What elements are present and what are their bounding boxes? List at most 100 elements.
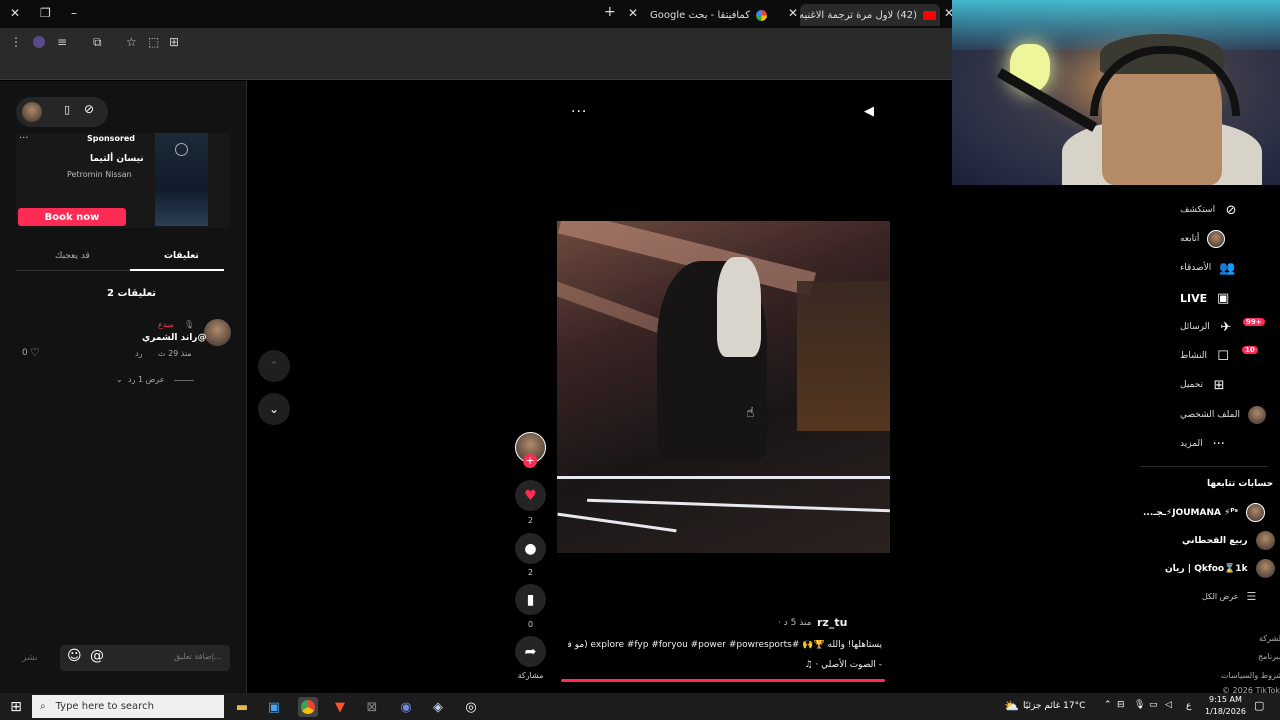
following-account[interactable]: Qkfoo⌛1k | ريان xyxy=(1165,559,1275,578)
follow-plus-icon[interactable]: + xyxy=(523,454,537,468)
tab-active-indicator xyxy=(130,269,224,271)
tab-google-search[interactable]: كمافيتقا - بحث Google xyxy=(650,4,780,26)
video-player[interactable] xyxy=(557,221,890,553)
upload-icon: ⊞ xyxy=(1213,377,1225,393)
comments-count: 2 تعليقات xyxy=(107,288,157,299)
volume-icon[interactable]: ◀ xyxy=(864,104,874,119)
comment-input[interactable]: إضافة تعليق... xyxy=(174,652,222,661)
search-icon: ⌕ xyxy=(40,701,46,712)
language-indicator[interactable]: ع xyxy=(1186,701,1191,711)
reading-list-icon[interactable]: ≡ xyxy=(57,35,67,49)
following-title: حسابات تتابعها xyxy=(1207,479,1274,489)
compass-icon[interactable]: ⊘ xyxy=(84,102,94,116)
steam-icon[interactable]: ◈ xyxy=(428,697,448,717)
compass-icon: ⊘ xyxy=(1225,202,1237,218)
video-sound[interactable]: ♫ · الصوت الأصلي - xyxy=(787,660,882,670)
comment-input-box[interactable]: إضافة تعليق... @ ☺ xyxy=(60,645,230,671)
nav-upload[interactable]: ⊞ تحميل xyxy=(1180,375,1227,395)
obs-icon[interactable]: ◎ xyxy=(461,697,481,717)
post-button[interactable]: نشر xyxy=(22,653,38,663)
mic-icon[interactable]: 🎙 xyxy=(1134,700,1145,710)
nav-friends[interactable]: 👥 الأصدقاء xyxy=(1180,258,1235,278)
following-account[interactable]: JOUMANA ⚡ᴾˢ⚡ـجـ... xyxy=(1143,503,1265,522)
comment-author[interactable]: راند الشمري@ xyxy=(142,333,206,343)
mention-icon[interactable]: @ xyxy=(90,648,104,664)
taskbar-search[interactable]: ⌕ Type here to search xyxy=(32,695,224,718)
discord-icon[interactable]: ◉ xyxy=(396,697,416,717)
tab-comments[interactable]: تعليقات xyxy=(164,251,199,261)
nav-activity[interactable]: ☐ النشاط xyxy=(1180,346,1231,366)
chevron-up-icon[interactable]: ⌃ xyxy=(1104,700,1112,710)
next-video-button[interactable]: ⌄ xyxy=(258,393,290,425)
chrome-icon[interactable] xyxy=(298,697,318,717)
close-tab-icon[interactable]: ✕ xyxy=(628,6,638,20)
avatar xyxy=(1255,531,1275,550)
footer-link[interactable]: الشركة xyxy=(1259,634,1280,643)
tab-youtube[interactable]: (42) لاول مرة ترجمة الاغنيه العسـ xyxy=(800,4,940,26)
bookmark-star-icon[interactable]: ☆ xyxy=(126,35,137,49)
nav-more[interactable]: ··· المزيد xyxy=(1180,434,1227,454)
network-icon[interactable]: ⊟ xyxy=(1117,700,1125,710)
more-icon[interactable]: ··· xyxy=(19,133,29,144)
share-button[interactable]: ➦ xyxy=(515,636,546,667)
share-label: مشاركة xyxy=(517,671,544,680)
notifications-icon[interactable]: ▢ xyxy=(1254,699,1264,712)
comment-likes: 0 xyxy=(22,348,28,358)
avatar[interactable] xyxy=(22,102,42,122)
video-author[interactable]: rz_tu xyxy=(817,616,847,629)
save-button[interactable]: ▮ xyxy=(515,584,546,615)
comment-button[interactable]: ● xyxy=(515,533,546,564)
ad-brand: Petromin Nissan xyxy=(67,170,132,179)
footer-link[interactable]: الشروط والسياسات xyxy=(1221,671,1280,680)
restore-window-icon[interactable]: ❐ xyxy=(40,6,51,20)
more-options-icon[interactable]: ··· xyxy=(571,104,587,120)
battery-icon[interactable]: ▭ xyxy=(1149,700,1158,710)
weather-text[interactable]: 17°C غائم جزئيًا xyxy=(1023,701,1085,711)
see-all-link[interactable]: ☰ عرض الكل xyxy=(1202,590,1256,603)
chevron-down-icon: ⌄ xyxy=(116,375,123,384)
minimize-window-icon[interactable]: – xyxy=(71,6,77,20)
footer-link[interactable]: البرنامج xyxy=(1258,652,1280,661)
chevron-up-icon: ⌃ xyxy=(268,359,280,373)
device-icon[interactable]: ▯ xyxy=(64,103,70,116)
view-replies-button[interactable]: عرض 1 رد xyxy=(128,375,164,384)
nav-explore[interactable]: ⊘ استكشف xyxy=(1180,200,1239,220)
file-explorer-icon[interactable]: ▬ xyxy=(232,697,252,717)
account-pill[interactable]: ▯ ⊘ xyxy=(16,97,108,127)
extensions-icon[interactable]: ⧉ xyxy=(93,35,102,50)
profile-icon[interactable] xyxy=(33,36,45,48)
youtube-icon xyxy=(923,10,936,20)
clock-time[interactable]: 9:15 AM xyxy=(1209,695,1242,704)
screenshot-icon[interactable]: ⬚ xyxy=(148,35,159,49)
nav-messages[interactable]: ✈ الرسائل xyxy=(1180,317,1234,337)
store-icon[interactable]: ▣ xyxy=(264,697,284,717)
brave-icon[interactable]: ▼ xyxy=(330,697,350,717)
heart-icon: ♥ xyxy=(524,487,537,504)
app-icon[interactable]: ⊠ xyxy=(362,697,382,717)
ad-image[interactable] xyxy=(155,133,208,226)
windows-start-icon[interactable]: ⊞ xyxy=(6,697,26,717)
mic-icon: 🎙 xyxy=(184,320,195,329)
menu-dots-icon[interactable]: ⋮ xyxy=(10,35,22,49)
previous-video-button[interactable]: ⌃ xyxy=(258,350,290,382)
commenter-avatar[interactable] xyxy=(204,319,231,346)
following-account[interactable]: ربيع القحطاني xyxy=(1182,531,1275,550)
translate-icon[interactable]: ⊞ xyxy=(169,35,179,49)
like-button[interactable]: ♥ xyxy=(515,480,546,511)
reply-button[interactable]: رد xyxy=(135,349,142,358)
tab-title: كمافيتقا - بحث Google xyxy=(650,9,750,21)
heart-outline-icon[interactable]: ♡ xyxy=(30,346,40,359)
close-tab-icon[interactable]: ✕ xyxy=(788,6,798,20)
nav-live[interactable]: ▣ LIVE xyxy=(1180,288,1231,308)
book-now-button[interactable]: Book now xyxy=(18,208,126,226)
emoji-icon[interactable]: ☺ xyxy=(67,648,82,664)
nav-following[interactable]: أتابعه xyxy=(1180,229,1226,249)
clock-date[interactable]: 1/18/2026 xyxy=(1205,707,1246,716)
video-progress-bar[interactable] xyxy=(561,679,885,682)
nav-profile[interactable]: الملف الشخصي xyxy=(1180,405,1266,425)
volume-icon[interactable]: ◁ xyxy=(1165,700,1172,710)
new-tab-button[interactable]: + xyxy=(604,4,616,20)
tab-you-may-like[interactable]: قد يعجبك xyxy=(55,251,90,261)
close-window-icon[interactable]: ✕ xyxy=(10,6,20,20)
comments-panel: ▯ ⊘ ··· Sponsored نيسان ألتيما Petromin … xyxy=(0,81,247,693)
